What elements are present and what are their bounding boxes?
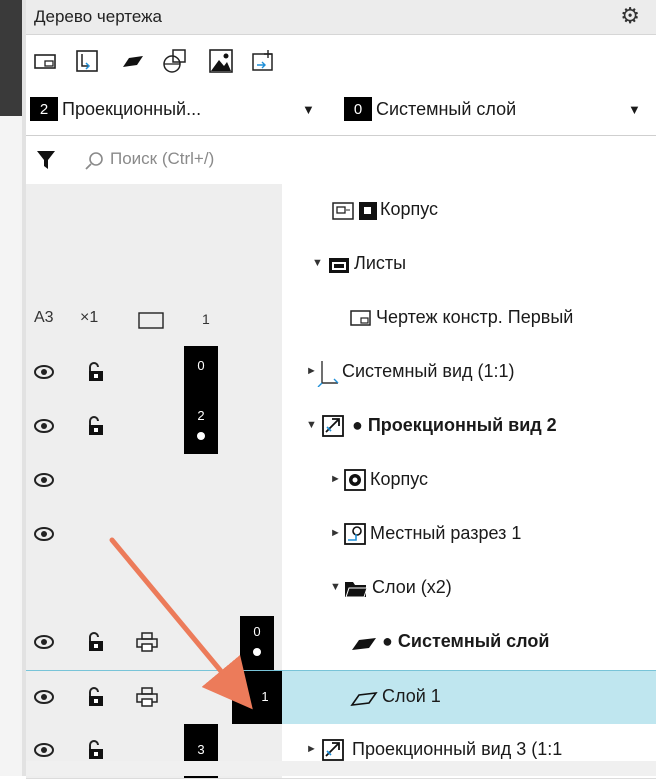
annotation-arrow (109, 537, 253, 710)
